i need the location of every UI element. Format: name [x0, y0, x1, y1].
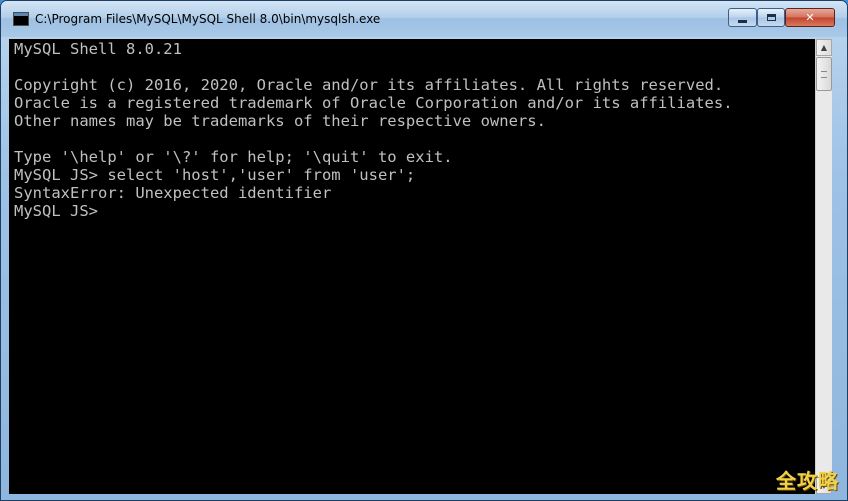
minimize-button[interactable]	[728, 8, 757, 27]
console-line: Other names may be trademarks of their r…	[14, 112, 546, 130]
console-line: Type '\help' or '\?' for help; '\quit' t…	[14, 148, 453, 166]
maximize-icon	[766, 14, 776, 21]
console-line: Oracle is a registered trademark of Orac…	[14, 94, 733, 112]
console-line: Copyright (c) 2016, 2020, Oracle and/or …	[14, 76, 724, 94]
window-title: C:\Program Files\MySQL\MySQL Shell 8.0\b…	[35, 12, 381, 26]
watermark-logo: 全攻略	[776, 469, 839, 493]
scroll-up-button[interactable]: ▲	[816, 39, 832, 56]
title-bar[interactable]: C:\Program Files\MySQL\MySQL Shell 8.0\b…	[1, 1, 847, 37]
scrollbar-thumb[interactable]	[816, 57, 832, 91]
console-text: MySQL Shell 8.0.21 Copyright (c) 2016, 2…	[14, 40, 733, 220]
console-window: C:\Program Files\MySQL\MySQL Shell 8.0\b…	[0, 0, 848, 501]
console-line: MySQL Shell 8.0.21	[14, 40, 182, 58]
console-line: SyntaxError: Unexpected identifier	[14, 184, 332, 202]
minimize-icon	[738, 19, 747, 23]
console-output[interactable]: MySQL Shell 8.0.21 Copyright (c) 2016, 2…	[9, 39, 815, 494]
maximize-button[interactable]	[757, 8, 785, 27]
console-line: MySQL JS> select 'host','user' from 'use…	[14, 166, 416, 184]
close-button[interactable]: ✕	[785, 8, 835, 27]
close-icon: ✕	[805, 11, 815, 24]
vertical-scrollbar[interactable]: ▲ ▼	[815, 39, 832, 494]
console-app-icon[interactable]	[13, 12, 29, 26]
console-prompt-line[interactable]: MySQL JS>	[14, 202, 733, 220]
arrow-up-icon: ▲	[820, 43, 828, 52]
